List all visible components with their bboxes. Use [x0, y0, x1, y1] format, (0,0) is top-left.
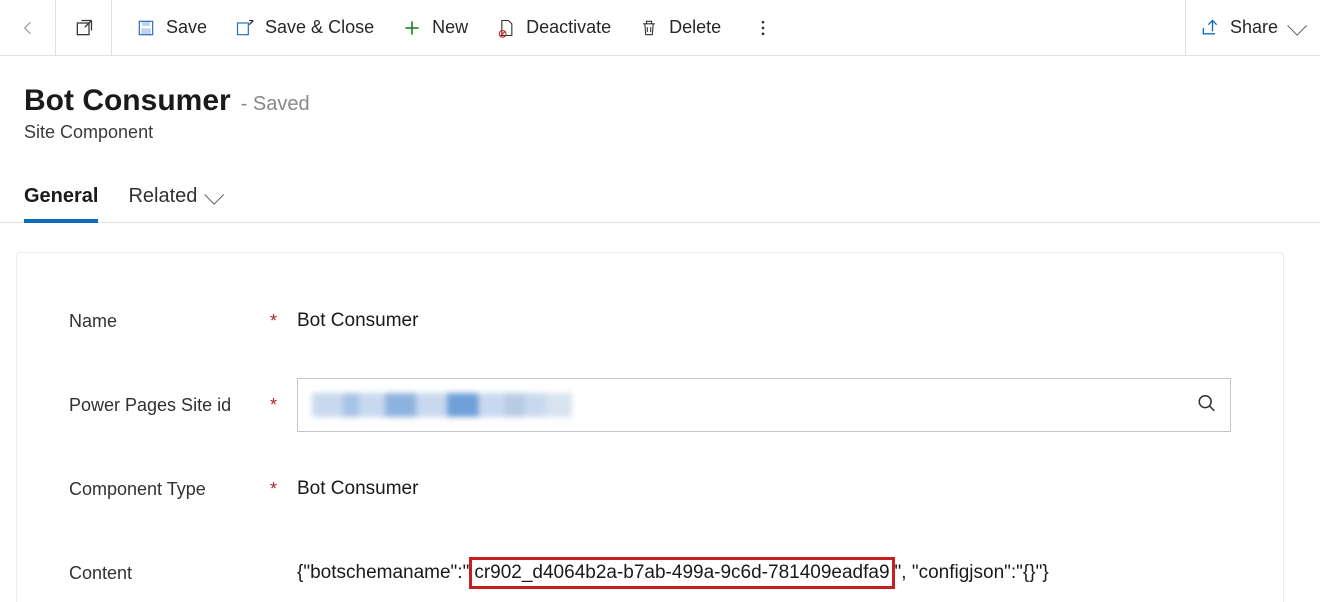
chevron-down-icon	[1287, 15, 1307, 35]
delete-button[interactable]: Delete	[625, 0, 735, 55]
save-button[interactable]: Save	[122, 0, 221, 55]
content-prefix: {"botschemaname":"	[297, 562, 469, 584]
save-status: - Saved	[241, 93, 310, 116]
tabs: General Related	[0, 179, 1320, 223]
save-label: Save	[166, 17, 207, 38]
arrow-left-icon	[18, 18, 38, 38]
command-section-main: Save Save & Close New Deactivate Delete	[112, 0, 791, 55]
new-button[interactable]: New	[388, 0, 482, 55]
search-icon	[1196, 393, 1218, 415]
save-icon	[136, 18, 156, 38]
form-scroll[interactable]: Name * Bot Consumer Power Pages Site id …	[16, 232, 1320, 602]
tab-related-label: Related	[128, 185, 197, 208]
field-name: Name * Bot Consumer	[69, 293, 1231, 349]
trash-icon	[639, 18, 659, 38]
field-content: Content {"botschemaname":"cr902_d4064b2a…	[69, 545, 1231, 601]
field-site-id: Power Pages Site id *	[69, 377, 1231, 433]
popout-icon	[74, 18, 94, 38]
required-indicator: *	[270, 479, 277, 500]
save-close-button[interactable]: Save & Close	[221, 0, 388, 55]
content-highlighted: cr902_d4064b2a-b7ab-499a-9c6d-781409eadf…	[469, 557, 894, 589]
required-indicator: *	[270, 311, 277, 332]
deactivate-icon	[496, 18, 516, 38]
share-button[interactable]: Share	[1185, 0, 1320, 55]
save-close-icon	[235, 18, 255, 38]
delete-label: Delete	[669, 17, 721, 38]
redacted-value	[312, 393, 572, 417]
back-button[interactable]	[0, 0, 56, 55]
name-value[interactable]: Bot Consumer	[297, 310, 1231, 332]
popout-button[interactable]	[56, 0, 112, 55]
save-close-label: Save & Close	[265, 17, 374, 38]
more-commands-button[interactable]	[735, 0, 791, 55]
form-card: Name * Bot Consumer Power Pages Site id …	[16, 252, 1284, 602]
content-value[interactable]: {"botschemaname":"cr902_d4064b2a-b7ab-49…	[297, 557, 1231, 589]
content-suffix: ", "configjson":"{}"}	[895, 562, 1049, 584]
content-label: Content	[69, 563, 132, 584]
share-label: Share	[1230, 17, 1278, 38]
page-header: Bot Consumer - Saved Site Component	[0, 56, 1320, 153]
site-id-lookup[interactable]	[297, 378, 1231, 432]
share-icon	[1200, 18, 1220, 38]
plus-icon	[402, 18, 422, 38]
field-component-type: Component Type * Bot Consumer	[69, 461, 1231, 517]
lookup-search-button[interactable]	[1196, 393, 1218, 418]
component-type-value[interactable]: Bot Consumer	[297, 478, 1231, 500]
site-id-label: Power Pages Site id	[69, 395, 231, 416]
tab-general[interactable]: General	[24, 179, 98, 222]
tab-general-label: General	[24, 185, 98, 208]
name-label: Name	[69, 311, 117, 332]
new-label: New	[432, 17, 468, 38]
more-vertical-icon	[753, 18, 773, 38]
tab-related[interactable]: Related	[128, 179, 219, 222]
entity-subtitle: Site Component	[24, 122, 1296, 143]
required-indicator: *	[270, 395, 277, 416]
chevron-down-icon	[205, 184, 225, 204]
deactivate-button[interactable]: Deactivate	[482, 0, 625, 55]
page-title: Bot Consumer	[24, 84, 231, 118]
command-bar: Save Save & Close New Deactivate Delete …	[0, 0, 1320, 56]
component-type-label: Component Type	[69, 479, 206, 500]
deactivate-label: Deactivate	[526, 17, 611, 38]
